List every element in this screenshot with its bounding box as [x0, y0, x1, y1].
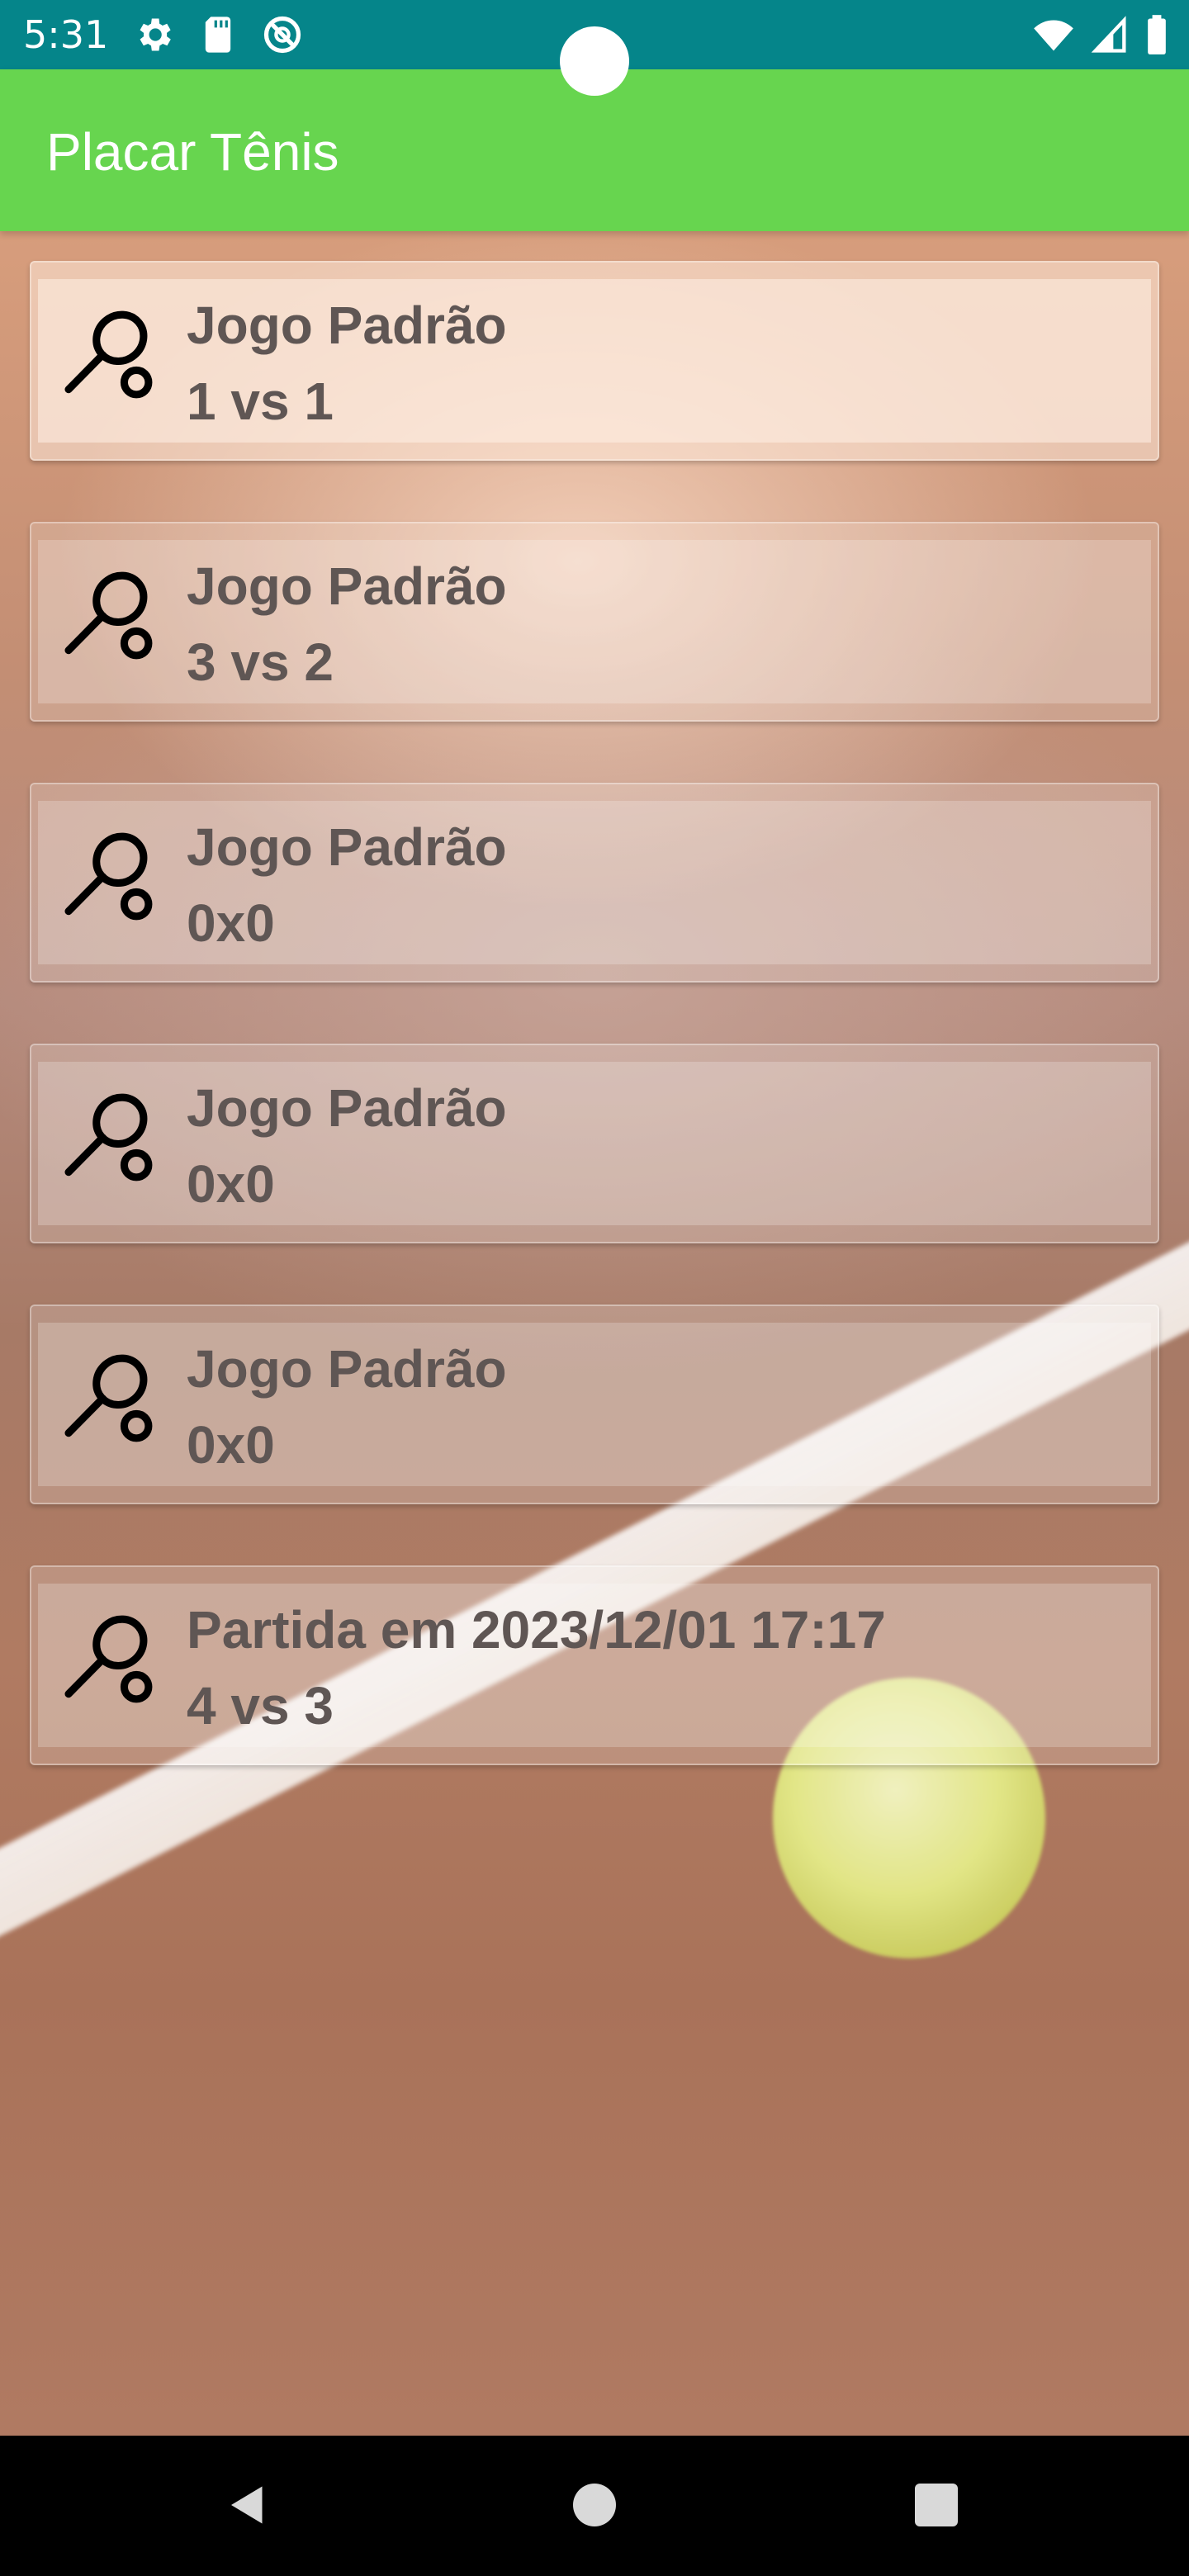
camera-cutout	[560, 26, 629, 96]
match-title: Jogo Padrão	[187, 1339, 507, 1399]
recents-icon[interactable]	[915, 2484, 958, 2526]
match-score: 0x0	[187, 893, 275, 953]
signal-icon	[1090, 13, 1130, 56]
match-score: 1 vs 1	[187, 372, 334, 431]
back-icon[interactable]	[223, 2480, 272, 2530]
match-card[interactable]: Jogo Padrão 0x0	[30, 1305, 1159, 1504]
sd-card-icon	[197, 13, 239, 56]
status-time: 5:31	[23, 12, 109, 57]
match-card[interactable]: Jogo Padrão 0x0	[30, 1044, 1159, 1243]
status-icons-right	[1032, 13, 1169, 56]
match-score: 0x0	[187, 1154, 275, 1214]
settings-icon	[132, 13, 175, 56]
match-card[interactable]: Partida em 2023/12/01 17:17 4 vs 3	[30, 1565, 1159, 1765]
match-score: 0x0	[187, 1415, 275, 1475]
match-score: 3 vs 2	[187, 632, 334, 692]
match-list: Jogo Padrão 1 vs 1 Jogo Padrão 3 vs 2 Jo…	[30, 261, 1159, 1826]
navigation-bar	[0, 2436, 1189, 2576]
do-not-disturb-icon	[261, 13, 304, 56]
match-card[interactable]: Jogo Padrão 3 vs 2	[30, 522, 1159, 722]
match-title: Partida em 2023/12/01 17:17	[187, 1600, 886, 1660]
tennis-racket-icon	[54, 822, 167, 935]
home-icon[interactable]	[573, 2484, 616, 2526]
match-card[interactable]: Jogo Padrão 0x0	[30, 783, 1159, 983]
tennis-racket-icon	[54, 1083, 167, 1196]
wifi-icon	[1032, 13, 1075, 56]
match-title: Jogo Padrão	[187, 1078, 507, 1138]
status-icons-left	[132, 13, 304, 56]
match-card[interactable]: Jogo Padrão 1 vs 1	[30, 261, 1159, 461]
match-title: Jogo Padrão	[187, 556, 507, 616]
match-score: 4 vs 3	[187, 1676, 334, 1735]
match-title: Jogo Padrão	[187, 296, 507, 355]
tennis-racket-icon	[54, 301, 167, 413]
match-title: Jogo Padrão	[187, 817, 507, 877]
tennis-racket-icon	[54, 1344, 167, 1456]
battery-icon	[1144, 13, 1169, 56]
tennis-racket-icon	[54, 1605, 167, 1717]
tennis-racket-icon	[54, 561, 167, 674]
app-title: Placar Tênis	[46, 122, 339, 182]
